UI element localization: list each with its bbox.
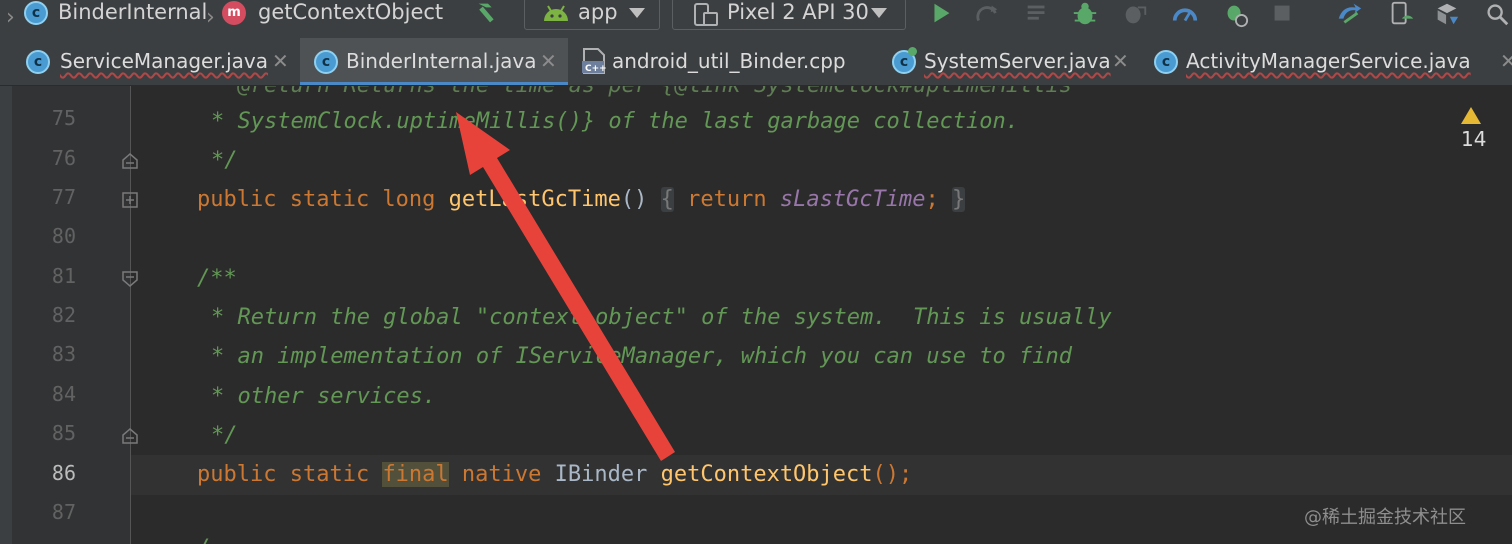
main-toolbar: › c BinderInternal › m getContextObject … — [0, 0, 1512, 39]
build-hammer-icon[interactable] — [472, 0, 502, 26]
java-class-icon: c — [314, 50, 338, 74]
debug-bug-icon[interactable] — [1070, 0, 1100, 28]
device-label: Pixel 2 API 30 — [727, 0, 869, 24]
line-number: 81 — [51, 264, 76, 288]
code-token: IBinder — [554, 462, 661, 487]
search-everywhere-icon[interactable] — [1482, 0, 1512, 28]
apply-code-changes-icon[interactable] — [1022, 0, 1052, 28]
profiler-icon[interactable] — [1170, 0, 1200, 28]
line-number: 85 — [51, 421, 76, 445]
current-line-number: 86 — [51, 461, 76, 485]
folded-region[interactable]: { — [660, 187, 674, 212]
close-icon[interactable]: ✕ — [272, 49, 289, 73]
chevron-down-icon — [629, 8, 645, 18]
code-line-partial: * @return Returns the time as per {@link… — [211, 86, 1072, 99]
code-line-84: * other services. — [211, 384, 437, 409]
code-line-75: * SystemClock.uptimeMillis()} of the las… — [211, 109, 1019, 134]
run-marker-icon — [908, 47, 917, 56]
close-icon[interactable]: ✕ — [1112, 49, 1129, 73]
code-token: return — [673, 187, 780, 212]
code-token: getLastGcTime — [448, 187, 621, 212]
tab-label: ActivityManagerService.java — [1186, 49, 1471, 73]
tab-label: BinderInternal.java — [346, 49, 537, 73]
device-manager-icon[interactable] — [1386, 0, 1416, 28]
breadcrumb-method[interactable]: getContextObject — [258, 0, 443, 24]
code-token: native — [448, 462, 555, 487]
chevron-right-icon: › — [206, 5, 215, 30]
tab-binder-internal[interactable]: c BinderInternal.java ✕ — [300, 38, 568, 85]
code-token: public static — [197, 462, 383, 487]
line-number: 82 — [51, 303, 76, 327]
code-token: () — [620, 187, 648, 212]
code-token: sLastGcTime — [779, 187, 926, 212]
sdk-manager-icon[interactable] — [1432, 0, 1462, 28]
tab-activity-manager-service[interactable]: c ActivityManagerService.java ✕ — [1142, 38, 1512, 85]
cpp-file-icon: C++ — [582, 48, 607, 74]
debug-settings-icon[interactable] — [1220, 0, 1250, 28]
code-token-highlighted: final — [382, 462, 449, 487]
run-config-select[interactable]: app — [524, 0, 660, 30]
sync-gradle-icon[interactable] — [1334, 0, 1364, 28]
line-number: 77 — [51, 185, 76, 209]
chevron-right-icon: › — [6, 5, 15, 30]
tab-label: ServiceManager.java — [60, 49, 269, 73]
line-number: 80 — [51, 224, 76, 248]
code-line-83: * an implementation of IServiceManager, … — [211, 344, 1072, 369]
tab-android-util-binder[interactable]: C++ android_util_Binder.cpp — [570, 38, 870, 85]
inspection-widget[interactable]: 14 — [1461, 103, 1512, 151]
code-line-82: * Return the global "context object" of … — [211, 305, 1112, 330]
line-number: 83 — [51, 342, 76, 366]
svg-text:C++: C++ — [585, 64, 607, 74]
java-class-icon: c — [1154, 50, 1178, 74]
stop-icon[interactable] — [1268, 0, 1298, 28]
code-token: (); — [872, 462, 913, 487]
code-line-81: /** — [197, 266, 237, 291]
code-token: public static long — [197, 187, 449, 212]
close-icon[interactable]: ✕ — [1500, 49, 1512, 73]
line-number: 84 — [51, 382, 76, 406]
run-icon[interactable] — [926, 0, 956, 28]
line-number: 76 — [51, 146, 76, 170]
chevron-down-icon — [871, 8, 887, 18]
code-line-76: */ — [211, 148, 238, 173]
tab-label: SystemServer.java — [924, 49, 1111, 73]
code-line-77: public static long getLastGcTime() { ret… — [197, 187, 966, 213]
code-line-85: */ — [211, 423, 238, 448]
line-number: 87 — [51, 500, 76, 524]
warning-count: 14 — [1461, 127, 1487, 151]
tab-label: android_util_Binder.cpp — [612, 49, 846, 73]
run-config-label: app — [578, 0, 618, 24]
apply-changes-icon[interactable] — [972, 0, 1002, 28]
watermark: @稀土掘金技术社区 — [1304, 507, 1466, 528]
line-number-gutter: 75 76 77 80 81 82 83 84 85 86 87 — [12, 86, 130, 544]
code-token: ; — [925, 187, 939, 212]
java-class-icon: c — [26, 50, 50, 74]
close-icon[interactable]: ✕ — [540, 49, 557, 73]
left-tool-strip — [0, 86, 12, 544]
warning-icon — [1461, 107, 1481, 124]
attach-debugger-icon[interactable] — [1120, 0, 1150, 28]
java-class-icon: c — [24, 1, 48, 25]
editor-tabs: c ServiceManager.java ✕ c BinderInternal… — [0, 38, 1512, 86]
code-token: getContextObject — [660, 462, 873, 487]
method-icon: m — [222, 1, 246, 25]
code-line-partial-bottom: / — [197, 536, 210, 544]
folded-region[interactable]: } — [952, 187, 966, 212]
device-select[interactable]: Pixel 2 API 30 — [672, 0, 906, 30]
device-icon — [694, 3, 718, 26]
code-editor[interactable]: * @return Returns the time as per {@link… — [131, 86, 1512, 544]
line-number: 75 — [51, 106, 76, 130]
code-line-86: public static final native IBinder getCo… — [197, 462, 912, 488]
breadcrumb-class[interactable]: BinderInternal — [58, 0, 207, 24]
android-icon — [544, 5, 568, 21]
tab-system-server[interactable]: c SystemServer.java ✕ — [880, 38, 1142, 85]
tab-service-manager[interactable]: c ServiceManager.java ✕ — [10, 38, 298, 85]
